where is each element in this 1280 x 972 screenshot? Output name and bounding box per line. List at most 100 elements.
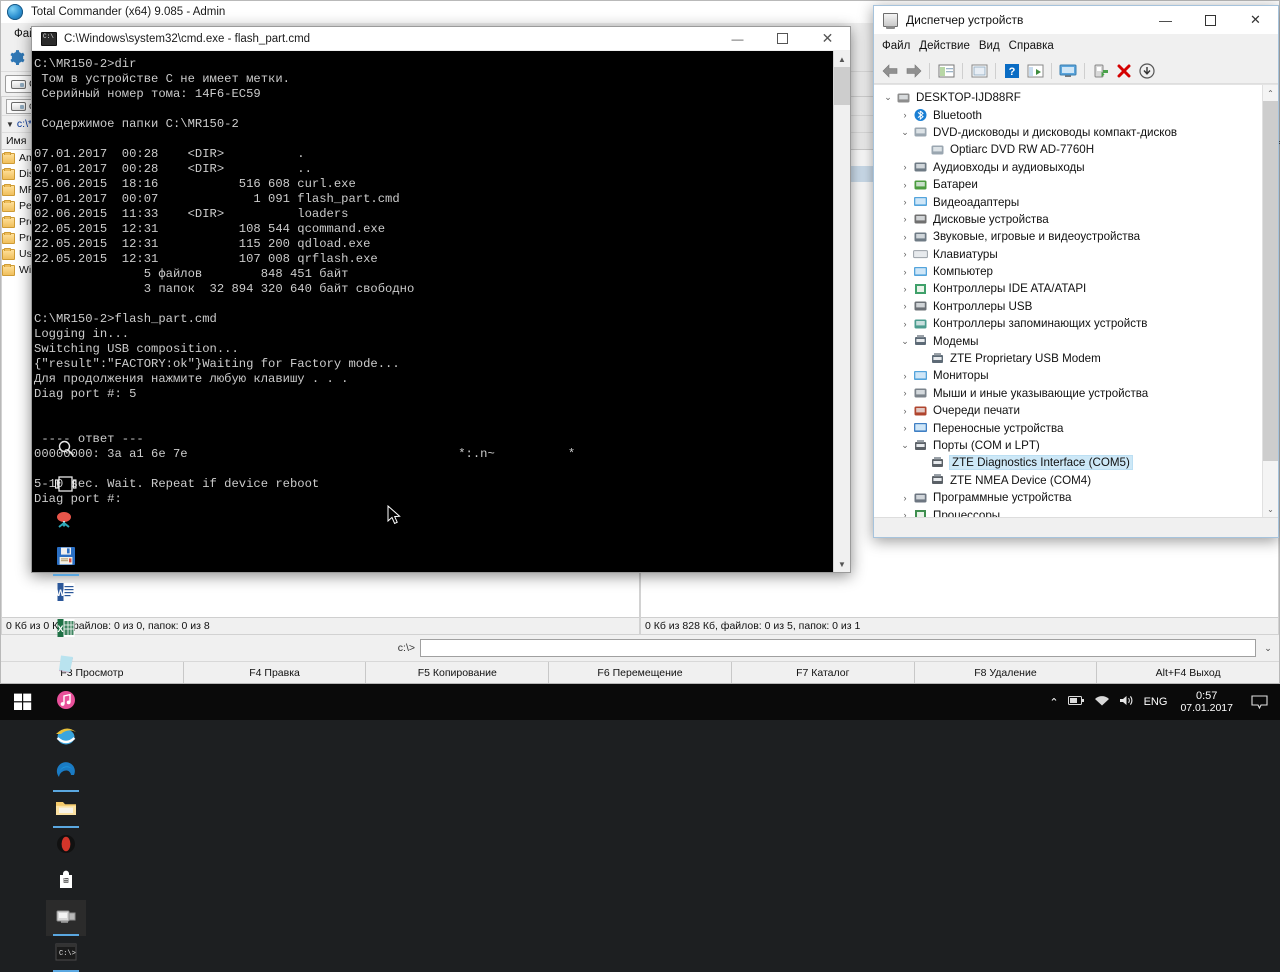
device-tree[interactable]: ⌄ DESKTOP-IJD88RF › Bluetooth ⌄ DVD-дисководы… [874, 85, 1262, 517]
add-legacy-hardware-icon[interactable] [1091, 61, 1111, 81]
chevron-right-icon[interactable]: › [897, 388, 913, 398]
taskbar-item-word[interactable]: W [46, 576, 86, 612]
taskbar[interactable]: W X C:\> ⌃ ENG 0:57 07.01.2017 [0, 440, 1280, 972]
taskbar-item-file-explorer[interactable] [46, 792, 86, 828]
volume-icon[interactable] [1119, 694, 1135, 710]
maximize-button[interactable] [760, 27, 805, 50]
chevron-right-icon[interactable]: › [897, 423, 913, 433]
function-key-5[interactable]: F5 Копирование [366, 662, 550, 683]
taskbar-item-paint[interactable] [46, 504, 86, 540]
device-manager-titlebar[interactable]: Диспетчер устройств — ✕ [874, 6, 1278, 34]
console-scrollbar[interactable]: ▲ ▼ [833, 51, 850, 572]
update-driver-software-icon[interactable] [1137, 61, 1157, 81]
device-tree-node[interactable]: › Контроллеры USB [874, 298, 1262, 315]
chevron-right-icon[interactable]: › [897, 371, 913, 381]
function-key-3[interactable]: F3 Просмотр [1, 662, 184, 683]
menu-item-view[interactable]: Вид [979, 38, 1009, 54]
taskbar-item-opera[interactable] [46, 828, 86, 864]
scrollbar-thumb[interactable] [834, 67, 850, 105]
taskbar-item-onenote[interactable] [46, 648, 86, 684]
device-manager-window-buttons[interactable]: — ✕ [1143, 6, 1278, 34]
device-tree-node[interactable]: › Программные устройства [874, 489, 1262, 506]
scrollbar-thumb[interactable] [1263, 101, 1278, 461]
device-tree-node[interactable]: › Звуковые, игровые и видеоустройства [874, 228, 1262, 245]
minimize-button[interactable]: — [715, 27, 760, 50]
back-arrow-icon[interactable] [880, 61, 900, 81]
device-manager-menubar[interactable]: Файл Действие Вид Справка [874, 34, 1278, 58]
console-titlebar[interactable]: C:\ C:\Windows\system32\cmd.exe - flash_… [32, 27, 850, 51]
command-prompt-window[interactable]: C:\ C:\Windows\system32\cmd.exe - flash_… [31, 26, 851, 573]
tray-clock[interactable]: 0:57 07.01.2017 [1176, 690, 1237, 714]
chevron-right-icon[interactable]: › [897, 319, 913, 329]
windows-start-icon[interactable] [0, 684, 46, 720]
chevron-down-icon[interactable]: ⌄ [897, 440, 913, 451]
device-tree-node[interactable]: › Компьютер [874, 263, 1262, 280]
gear-icon[interactable] [6, 48, 26, 68]
close-button[interactable]: ✕ [1233, 6, 1278, 34]
device-tree-node[interactable]: ZTE NMEA Device (COM4) [874, 472, 1262, 489]
device-tree-node[interactable]: ⌄ Модемы [874, 332, 1262, 349]
chevron-down-icon[interactable]: ⌄ [897, 336, 913, 347]
chevron-right-icon[interactable]: › [897, 110, 913, 120]
wifi-icon[interactable] [1094, 695, 1110, 710]
device-tree-node[interactable]: › Контроллеры IDE ATA/ATAPI [874, 280, 1262, 297]
device-tree-node[interactable]: ⌄ DVD-дисководы и дисководы компакт-диско… [874, 124, 1262, 141]
device-tree-node[interactable]: › Очереди печати [874, 402, 1262, 419]
chevron-right-icon[interactable]: › [897, 284, 913, 294]
scan-hardware-icon[interactable] [1025, 61, 1045, 81]
help-icon[interactable]: ? [1002, 61, 1022, 81]
chevron-right-icon[interactable]: › [897, 162, 913, 172]
notification-icon[interactable] [1246, 695, 1272, 709]
chevron-right-icon[interactable]: › [897, 493, 913, 503]
scroll-up-icon[interactable]: ⌃ [1263, 85, 1278, 101]
device-tree-container[interactable]: ⌄ DESKTOP-IJD88RF › Bluetooth ⌄ DVD-дисководы… [874, 84, 1278, 517]
close-button[interactable]: ✕ [805, 27, 850, 50]
taskbar-item-excel[interactable]: X [46, 612, 86, 648]
device-manager-toolbar[interactable]: ? [874, 58, 1278, 84]
maximize-button[interactable] [1188, 6, 1233, 34]
console-body[interactable]: C:\MR150-2>dir Том в устройстве C не име… [32, 51, 850, 572]
device-tree-node[interactable]: ZTE Diagnostics Interface (COM5) [874, 454, 1262, 471]
chevron-down-icon[interactable]: ⌄ [897, 127, 913, 138]
minimize-button[interactable]: — [1143, 6, 1188, 34]
taskbar-item-edge[interactable] [46, 756, 86, 792]
chevron-down-icon[interactable]: ⌄ [880, 92, 896, 103]
function-key-4[interactable]: F4 Правка [184, 662, 367, 683]
function-key-8[interactable]: F8 Удаление [915, 662, 1098, 683]
tray-language[interactable]: ENG [1144, 696, 1168, 708]
device-tree-node[interactable]: ⌄ DESKTOP-IJD88RF [874, 89, 1262, 106]
device-tree-scrollbar[interactable]: ⌃ ⌄ [1262, 85, 1278, 517]
console-window-buttons[interactable]: — ✕ [715, 27, 850, 50]
command-input[interactable] [420, 639, 1256, 657]
function-key-7[interactable]: F7 Каталог [732, 662, 915, 683]
scrollbar-track[interactable] [1263, 461, 1278, 501]
chevron-right-icon[interactable]: › [897, 510, 913, 517]
uninstall-device-icon[interactable] [1114, 61, 1134, 81]
taskbar-item-total-commander[interactable] [46, 540, 86, 576]
battery-icon[interactable] [1067, 695, 1085, 709]
taskbar-item-internet-explorer[interactable] [46, 720, 86, 756]
function-key-bar[interactable]: F3 Просмотр F4 Правка F5 Копирование F6 Пер… [1, 661, 1279, 683]
chevron-right-icon[interactable]: › [897, 232, 913, 242]
chevron-down-icon[interactable]: ⌄ [1261, 639, 1275, 657]
taskbar-item-store[interactable] [46, 864, 86, 900]
forward-arrow-icon[interactable] [903, 61, 923, 81]
device-tree-node[interactable]: › Клавиатуры [874, 246, 1262, 263]
device-manager-window[interactable]: Диспетчер устройств — ✕ Файл Действие Ви… [873, 5, 1279, 538]
properties-icon[interactable] [936, 61, 956, 81]
system-tray[interactable]: ⌃ ENG 0:57 07.01.2017 [1049, 690, 1280, 714]
chevron-up-icon[interactable]: ⌃ [1049, 696, 1058, 709]
device-tree-node[interactable]: ⌄ Порты (COM и LPT) [874, 437, 1262, 454]
display-icon[interactable] [1058, 61, 1078, 81]
function-key-9[interactable]: Alt+F4 Выход [1097, 662, 1279, 683]
device-tree-node[interactable]: ZTE Proprietary USB Modem [874, 350, 1262, 367]
device-tree-node[interactable]: › Мыши и иные указывающие устройства [874, 385, 1262, 402]
taskbar-item-task-view[interactable] [46, 468, 86, 504]
taskbar-items[interactable]: W X C:\> [46, 432, 86, 972]
scroll-down-icon[interactable]: ▼ [834, 556, 850, 572]
menu-item-action[interactable]: Действие [919, 38, 979, 54]
device-tree-node[interactable]: › Дисковые устройства [874, 211, 1262, 228]
scroll-down-icon[interactable]: ⌄ [1263, 501, 1278, 517]
device-tree-node[interactable]: › Аудиовходы и аудиовыходы [874, 159, 1262, 176]
chevron-right-icon[interactable]: › [897, 214, 913, 224]
